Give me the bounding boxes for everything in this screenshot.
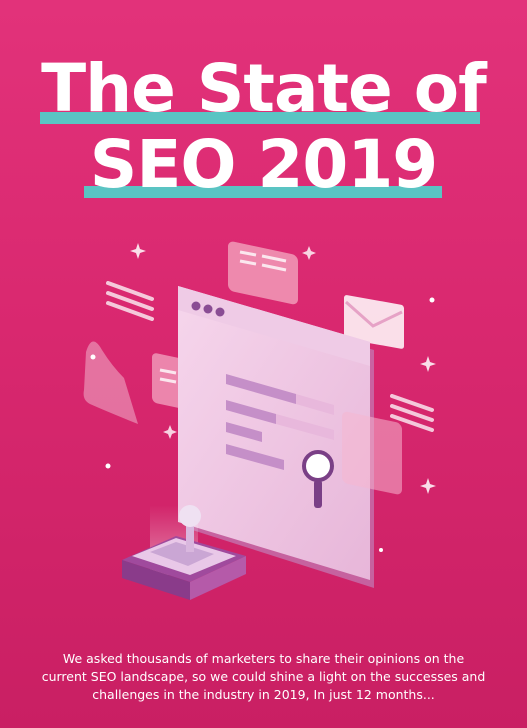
page-title-line-1: The State of — [0, 56, 527, 122]
browser-window-icon — [178, 286, 370, 580]
chat-card-icon — [228, 241, 298, 305]
wave-chart-shape — [83, 341, 138, 424]
decor-stripes-left — [106, 281, 154, 321]
title-text-1: The State of — [41, 50, 487, 127]
floating-panel — [342, 411, 402, 495]
intro-paragraph: We asked thousands of marketers to share… — [41, 651, 486, 702]
title-text-2: SEO 2019 — [89, 126, 438, 203]
